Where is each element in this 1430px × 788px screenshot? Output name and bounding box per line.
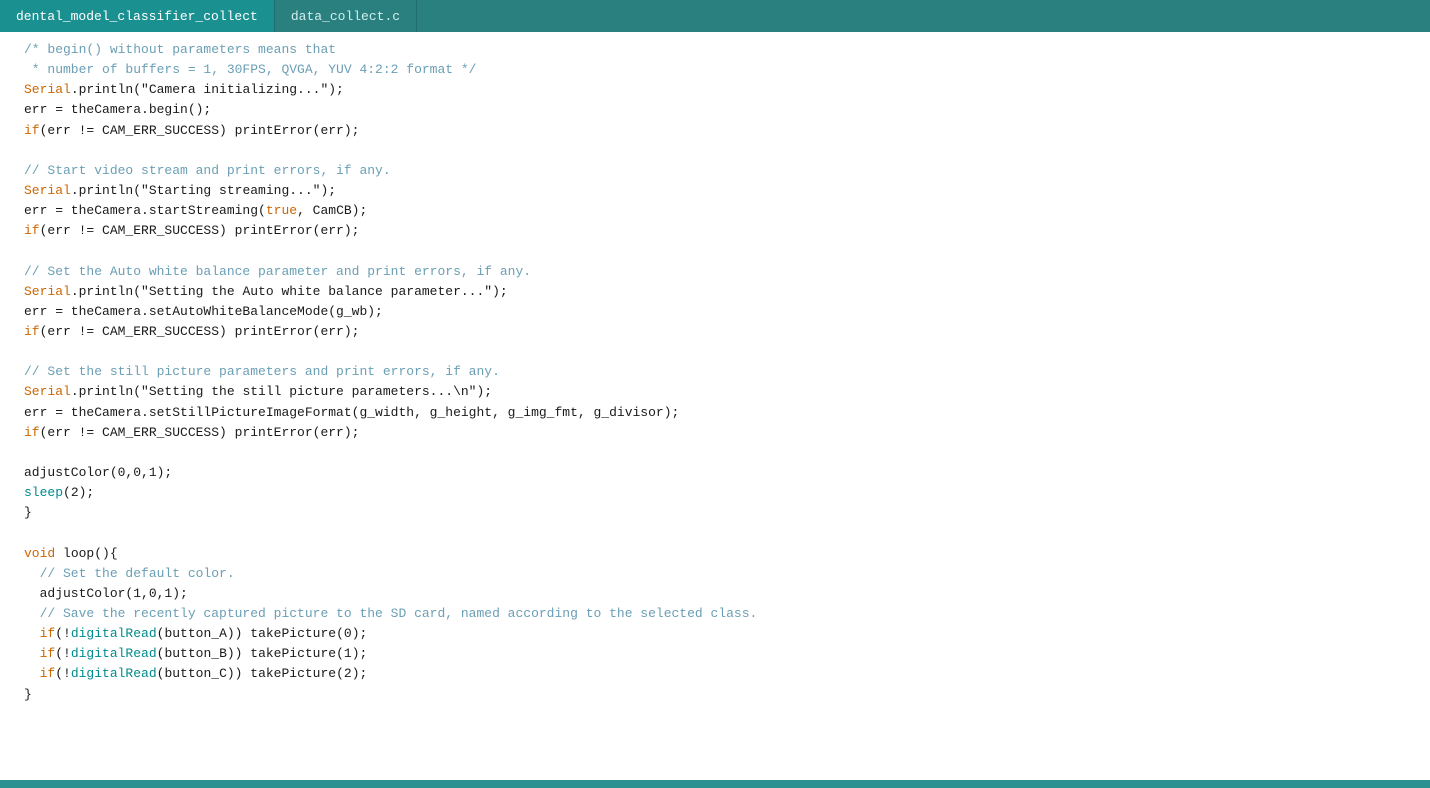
code-line: * number of buffers = 1, 30FPS, QVGA, YU… [0, 60, 1430, 80]
code-line: adjustColor(1,0,1); [0, 584, 1430, 604]
code-line: // Set the still picture parameters and … [0, 362, 1430, 382]
code-line: Serial.println("Setting the still pictur… [0, 382, 1430, 402]
code-line: if(err != CAM_ERR_SUCCESS) printError(er… [0, 423, 1430, 443]
code-line: if(!digitalRead(button_B)) takePicture(1… [0, 644, 1430, 664]
tab-bar: dental_model_classifier_collect data_col… [0, 0, 1430, 32]
code-line: err = theCamera.begin(); [0, 100, 1430, 120]
code-line: // Set the Auto white balance parameter … [0, 262, 1430, 282]
code-area[interactable]: /* begin() without parameters means that… [0, 32, 1430, 780]
code-line: } [0, 685, 1430, 705]
code-line: // Set the default color. [0, 564, 1430, 584]
code-line [0, 342, 1430, 362]
code-line: err = theCamera.setAutoWhiteBalanceMode(… [0, 302, 1430, 322]
code-line: // Save the recently captured picture to… [0, 604, 1430, 624]
bottom-bar [0, 780, 1430, 788]
code-line: /* begin() without parameters means that [0, 40, 1430, 60]
tab-dental-classifier[interactable]: dental_model_classifier_collect [0, 0, 275, 32]
code-line: Serial.println("Starting streaming..."); [0, 181, 1430, 201]
code-line: sleep(2); [0, 483, 1430, 503]
code-line: if(!digitalRead(button_A)) takePicture(0… [0, 624, 1430, 644]
code-line: Serial.println("Setting the Auto white b… [0, 282, 1430, 302]
code-line: } [0, 503, 1430, 523]
code-line: err = theCamera.setStillPictureImageForm… [0, 403, 1430, 423]
code-line: if(!digitalRead(button_C)) takePicture(2… [0, 664, 1430, 684]
tab-data-collect[interactable]: data_collect.c [275, 0, 417, 32]
code-line [0, 443, 1430, 463]
code-line: // Start video stream and print errors, … [0, 161, 1430, 181]
code-line [0, 141, 1430, 161]
code-line [0, 241, 1430, 261]
code-line: if(err != CAM_ERR_SUCCESS) printError(er… [0, 121, 1430, 141]
code-line: adjustColor(0,0,1); [0, 463, 1430, 483]
code-line: err = theCamera.startStreaming(true, Cam… [0, 201, 1430, 221]
code-line [0, 523, 1430, 543]
code-line: void loop(){ [0, 544, 1430, 564]
code-line: if(err != CAM_ERR_SUCCESS) printError(er… [0, 322, 1430, 342]
code-line: Serial.println("Camera initializing...")… [0, 80, 1430, 100]
code-line: if(err != CAM_ERR_SUCCESS) printError(er… [0, 221, 1430, 241]
